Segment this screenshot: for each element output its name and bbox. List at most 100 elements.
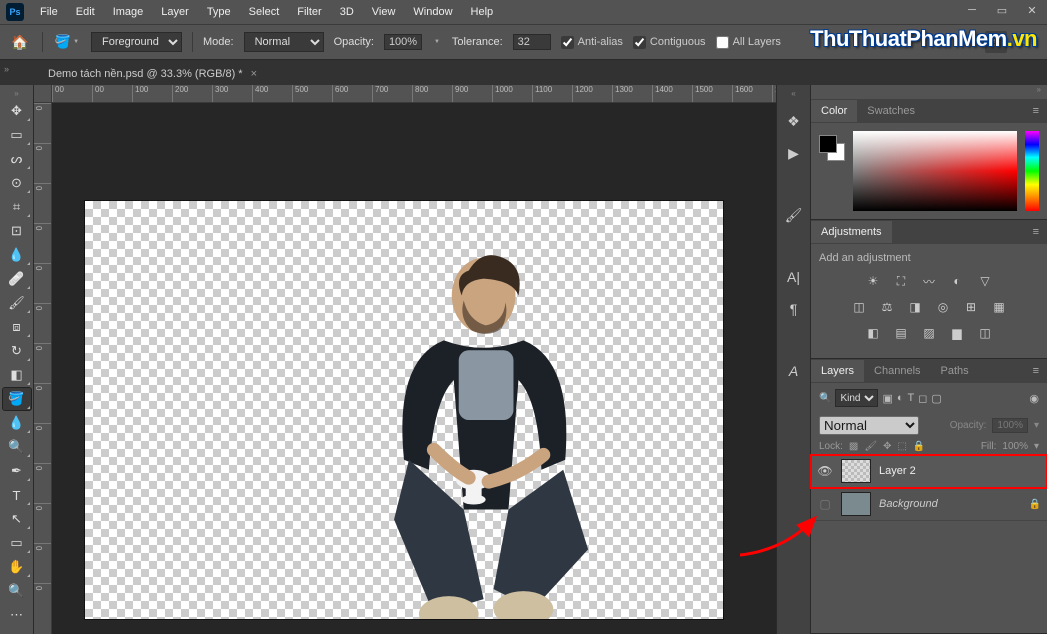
brush-settings-icon[interactable]: 🖌 bbox=[781, 202, 807, 228]
frame-tool[interactable]: ⊡ bbox=[3, 220, 31, 242]
lock-all-icon[interactable]: 🔒 bbox=[913, 441, 925, 452]
layer-filter-kind[interactable]: Kind bbox=[835, 389, 878, 407]
home-icon[interactable]: 🏠 bbox=[8, 30, 32, 54]
all-layers-checkbox[interactable]: All Layers bbox=[716, 36, 781, 49]
threshold-icon[interactable]: ▨ bbox=[920, 324, 938, 342]
toolbox-collapse-icon[interactable]: » bbox=[0, 89, 33, 99]
levels-icon[interactable]: ⛶ bbox=[892, 272, 910, 290]
paint-bucket-icon[interactable]: 🪣▼ bbox=[53, 31, 81, 53]
menu-type[interactable]: Type bbox=[199, 3, 239, 21]
filter-toggle-icon[interactable]: ◉ bbox=[1029, 392, 1039, 405]
filter-pixel-icon[interactable]: ▣ bbox=[882, 392, 892, 405]
collapse-chevron-icon[interactable]: » bbox=[4, 64, 9, 74]
rectangle-tool[interactable]: ▭ bbox=[3, 532, 31, 554]
menu-view[interactable]: View bbox=[364, 3, 404, 21]
layer-thumbnail[interactable] bbox=[841, 459, 871, 483]
tab-close-icon[interactable]: × bbox=[251, 68, 257, 80]
history-brush-tool[interactable]: ↻ bbox=[3, 340, 31, 362]
lock-pixels-icon[interactable]: 🖌 bbox=[864, 441, 877, 452]
move-tool[interactable]: ✥ bbox=[3, 100, 31, 122]
tab-adjustments[interactable]: Adjustments bbox=[811, 221, 892, 243]
curves-icon[interactable]: 〰 bbox=[920, 272, 938, 290]
vibrance-icon[interactable]: ▽ bbox=[976, 272, 994, 290]
tab-channels[interactable]: Channels bbox=[864, 360, 930, 382]
photo-filter-icon[interactable]: ◎ bbox=[934, 298, 952, 316]
history-panel-icon[interactable]: ❖ bbox=[781, 108, 807, 134]
pen-tool[interactable]: ✒ bbox=[3, 460, 31, 482]
foreground-background-swatch[interactable] bbox=[819, 135, 845, 161]
color-lookup-icon[interactable]: ▦ bbox=[990, 298, 1008, 316]
selective-color-icon[interactable]: ◫ bbox=[976, 324, 994, 342]
healing-brush-tool[interactable]: 🩹 bbox=[3, 268, 31, 290]
marquee-tool[interactable]: ▭ bbox=[3, 124, 31, 146]
brush-tool[interactable]: 🖌 bbox=[3, 292, 31, 314]
lock-position-icon[interactable]: ✥ bbox=[883, 441, 891, 452]
minimize-button[interactable]: ─ bbox=[957, 0, 987, 20]
path-selection-tool[interactable]: ↖ bbox=[3, 508, 31, 530]
hue-slider[interactable] bbox=[1025, 131, 1039, 211]
brightness-icon[interactable]: ☀ bbox=[864, 272, 882, 290]
document-canvas[interactable] bbox=[84, 200, 724, 620]
paint-bucket-tool[interactable]: 🪣 bbox=[3, 388, 31, 410]
horizontal-ruler[interactable]: 0000100200300400500600700800900100011001… bbox=[52, 85, 776, 103]
glyphs-panel-icon[interactable]: A bbox=[781, 358, 807, 384]
filter-shape-icon[interactable]: ◻ bbox=[918, 392, 927, 405]
tab-paths[interactable]: Paths bbox=[931, 360, 979, 382]
layer-name[interactable]: Layer 2 bbox=[879, 465, 916, 477]
lock-artboard-icon[interactable]: ⬚ bbox=[897, 441, 906, 452]
tab-layers[interactable]: Layers bbox=[811, 360, 864, 382]
layer-opacity-field[interactable]: 100% bbox=[992, 418, 1028, 433]
maximize-button[interactable]: ▭ bbox=[987, 0, 1017, 20]
dock-collapse-icon[interactable]: « bbox=[777, 89, 810, 105]
color-panel-menu-icon[interactable]: ≡ bbox=[1025, 105, 1047, 117]
tab-swatches[interactable]: Swatches bbox=[857, 100, 925, 122]
visibility-eye-icon[interactable]: 👁 bbox=[817, 464, 833, 478]
lock-transparency-icon[interactable]: ▩ bbox=[849, 441, 858, 452]
gradient-map-icon[interactable]: ▆ bbox=[948, 324, 966, 342]
contiguous-checkbox[interactable]: Contiguous bbox=[633, 36, 706, 49]
tab-color[interactable]: Color bbox=[811, 100, 857, 122]
blend-mode-select[interactable]: Normal bbox=[244, 32, 324, 52]
adjustments-panel-menu-icon[interactable]: ≡ bbox=[1025, 226, 1047, 238]
clone-stamp-tool[interactable]: ⧈ bbox=[3, 316, 31, 338]
layer-name[interactable]: Background bbox=[879, 498, 938, 510]
menu-file[interactable]: File bbox=[32, 3, 66, 21]
quick-selection-tool[interactable]: ⊙ bbox=[3, 172, 31, 194]
menu-window[interactable]: Window bbox=[405, 3, 460, 21]
menu-3d[interactable]: 3D bbox=[332, 3, 362, 21]
blur-tool[interactable]: 💧 bbox=[3, 412, 31, 434]
filter-smart-icon[interactable]: ▢ bbox=[931, 392, 941, 405]
color-picker[interactable] bbox=[853, 131, 1017, 211]
eyedropper-tool[interactable]: 💧 bbox=[3, 244, 31, 266]
channel-mixer-icon[interactable]: ⊞ bbox=[962, 298, 980, 316]
menu-select[interactable]: Select bbox=[241, 3, 288, 21]
hue-sat-icon[interactable]: ◫ bbox=[850, 298, 868, 316]
lasso-tool[interactable]: ᔕ bbox=[3, 148, 31, 170]
eraser-tool[interactable]: ◧ bbox=[3, 364, 31, 386]
filter-type-icon[interactable]: T bbox=[908, 392, 915, 404]
layer-thumbnail[interactable] bbox=[841, 492, 871, 516]
actions-panel-icon[interactable]: ▶ bbox=[781, 140, 807, 166]
menu-edit[interactable]: Edit bbox=[68, 3, 103, 21]
opacity-field[interactable]: 100% bbox=[384, 34, 422, 50]
close-button[interactable]: ✕ bbox=[1017, 0, 1047, 20]
paragraph-panel-icon[interactable]: ¶ bbox=[781, 296, 807, 322]
fill-source-select[interactable]: Foreground bbox=[91, 32, 182, 52]
posterize-icon[interactable]: ▤ bbox=[892, 324, 910, 342]
panels-collapse-icon[interactable]: » bbox=[811, 85, 1047, 99]
bw-icon[interactable]: ◨ bbox=[906, 298, 924, 316]
menu-layer[interactable]: Layer bbox=[153, 3, 197, 21]
anti-alias-checkbox[interactable]: Anti-alias bbox=[561, 36, 623, 49]
document-tab[interactable]: Demo tách nền.psd @ 33.3% (RGB/8) * × bbox=[36, 63, 269, 85]
character-panel-icon[interactable]: A| bbox=[781, 264, 807, 290]
menu-filter[interactable]: Filter bbox=[289, 3, 329, 21]
layers-panel-menu-icon[interactable]: ≡ bbox=[1025, 365, 1047, 377]
vertical-ruler[interactable]: 0000000000000 bbox=[34, 103, 52, 634]
menu-help[interactable]: Help bbox=[463, 3, 502, 21]
tolerance-field[interactable]: 32 bbox=[513, 34, 551, 50]
layer-fill-field[interactable]: 100% bbox=[1002, 441, 1028, 452]
exposure-icon[interactable]: ◐ bbox=[948, 272, 966, 290]
dodge-tool[interactable]: 🔍 bbox=[3, 436, 31, 458]
invert-icon[interactable]: ◧ bbox=[864, 324, 882, 342]
type-tool[interactable]: T bbox=[3, 484, 31, 506]
